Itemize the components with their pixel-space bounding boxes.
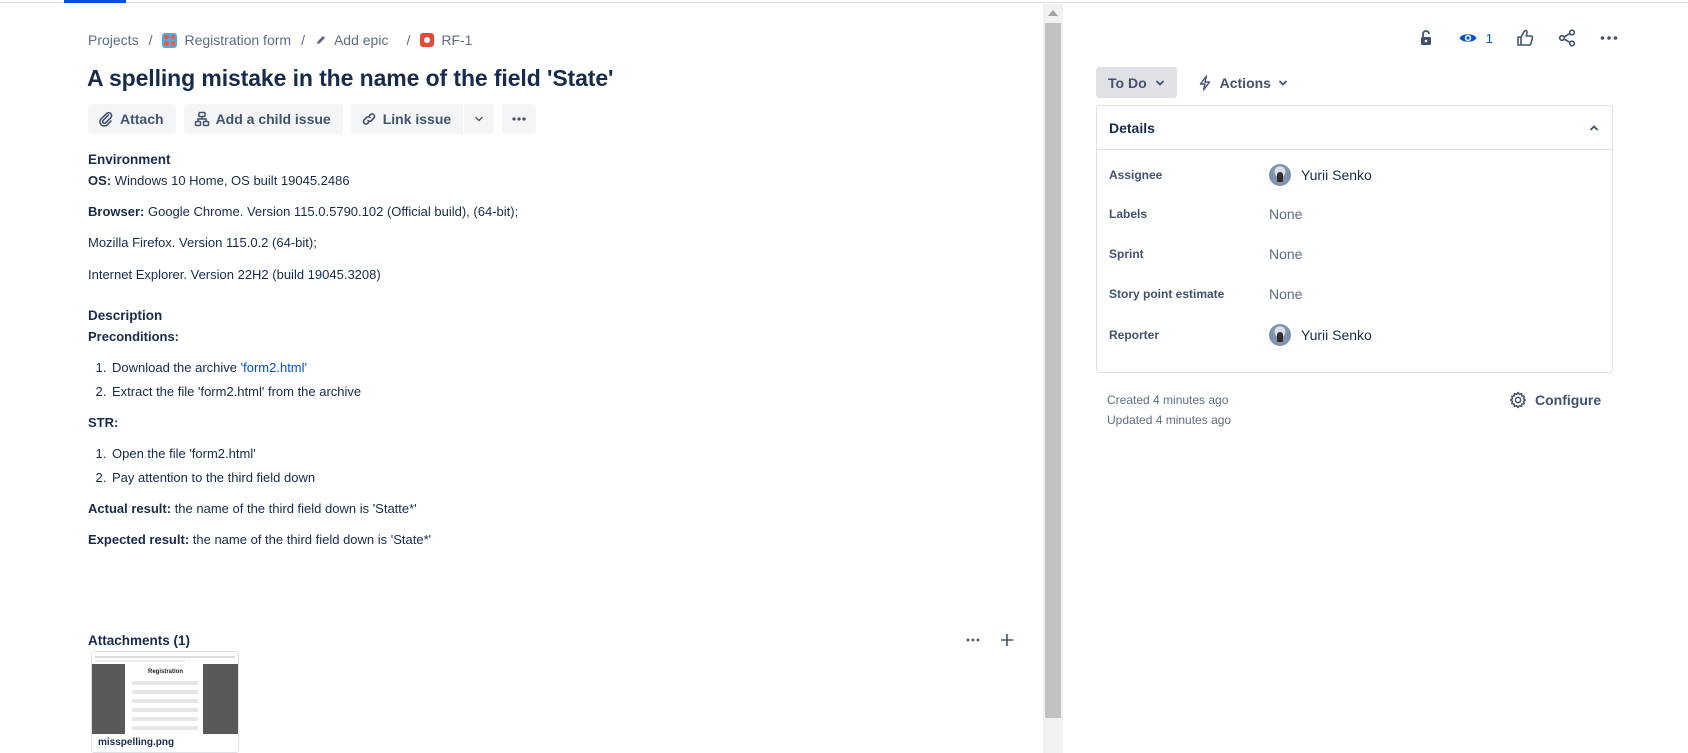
form-file-link[interactable]: 'form2.html' (241, 360, 307, 375)
field-labels[interactable]: Labels None (1109, 202, 1599, 226)
expected-result: Expected result: the name of the third f… (88, 532, 432, 547)
issue-main-panel: Projects / Registration form / Add epic … (0, 4, 1043, 753)
attach-button[interactable]: Attach (88, 104, 176, 134)
created-timestamp: Created 4 minutes ago (1107, 393, 1229, 407)
gear-icon (1509, 391, 1527, 409)
environment-os: OS: Windows 10 Home, OS built 19045.2486 (88, 173, 350, 188)
preconditions-label: Preconditions: (88, 329, 180, 344)
chevron-down-icon (475, 116, 483, 122)
list-item: Download the archive 'form2.html' (110, 360, 988, 375)
link-icon (362, 113, 375, 125)
issue-title[interactable]: A spelling mistake in the name of the fi… (87, 65, 614, 92)
issue-timestamps: Created 4 minutes ago Updated 4 minutes … (1107, 390, 1231, 430)
attachments-actions (966, 633, 1014, 647)
avatar (1269, 324, 1291, 346)
paperclip-icon (99, 111, 113, 127)
more-horizontal-icon[interactable] (966, 637, 980, 643)
breadcrumb-issue-key[interactable]: RF-1 (420, 32, 472, 48)
actual-result: Actual result: the name of the third fie… (88, 501, 417, 516)
watcher-count: 1 (1485, 30, 1493, 46)
attachment-preview: Registration (92, 652, 238, 734)
share-icon (1558, 29, 1576, 47)
environment-heading: Environment (88, 152, 171, 167)
chevron-down-icon (1279, 80, 1287, 86)
breadcrumb-separator: / (148, 32, 153, 48)
attachment-filename: misspelling.png (98, 737, 175, 748)
field-sprint[interactable]: Sprint None (1109, 242, 1599, 266)
details-panel: Details Assignee Yurii Senko Labels None… (1096, 105, 1613, 373)
actions-dropdown[interactable]: Actions (1197, 67, 1288, 98)
list-item: Extract the file 'form2.html' from the a… (110, 384, 988, 399)
status-row: To Do Actions (1096, 67, 1288, 98)
field-reporter[interactable]: Reporter Yurii Senko (1109, 323, 1599, 347)
like-button[interactable] (1515, 28, 1535, 48)
chevron-up-icon (1590, 124, 1598, 130)
issue-toolbar: Attach Add a child issue Link issue (88, 104, 537, 134)
breadcrumb: Projects / Registration form / Add epic … (88, 32, 472, 48)
more-options-button[interactable] (1599, 28, 1619, 48)
plus-icon[interactable] (1000, 633, 1014, 647)
eye-icon (1459, 34, 1477, 42)
more-actions-button[interactable] (502, 104, 537, 134)
attachment-thumbnail[interactable]: Registration misspelling.png (91, 651, 239, 753)
breadcrumb-separator: / (301, 32, 305, 48)
issue-body: Environment OS: Windows 10 Home, OS buil… (88, 152, 988, 547)
breadcrumb-add-epic[interactable]: Add epic (315, 32, 388, 48)
attachments-header: Attachments (1) (88, 630, 1014, 650)
bug-icon (420, 33, 435, 47)
attachments-heading: Attachments (1) (88, 632, 191, 648)
updated-timestamp: Updated 4 minutes ago (1107, 413, 1232, 427)
top-nav-strip (0, 0, 1688, 3)
more-horizontal-icon (512, 117, 526, 121)
active-nav-indicator (64, 0, 126, 3)
status-dropdown[interactable]: To Do (1096, 67, 1177, 98)
link-issue-split-button: Link issue (350, 104, 495, 134)
share-button[interactable] (1557, 28, 1577, 48)
link-issue-dropdown[interactable] (464, 104, 495, 134)
list-item: Open the file 'form2.html' (110, 446, 988, 461)
lock-button[interactable] (1416, 28, 1436, 48)
thumbs-up-icon (1517, 29, 1534, 46)
breadcrumb-projects[interactable]: Projects (88, 32, 139, 48)
field-story-points[interactable]: Story point estimate None (1109, 282, 1599, 306)
configure-button[interactable]: Configure (1509, 391, 1601, 409)
field-assignee[interactable]: Assignee Yurii Senko (1109, 163, 1599, 187)
add-child-issue-button[interactable]: Add a child issue (183, 104, 343, 134)
breadcrumb-project[interactable]: Registration form (162, 32, 291, 48)
details-header[interactable]: Details (1097, 106, 1612, 150)
more-horizontal-icon (1600, 36, 1618, 40)
breadcrumb-separator: / (406, 32, 411, 48)
avatar (1269, 164, 1291, 186)
link-issue-button[interactable]: Link issue (350, 104, 464, 134)
lightning-icon (1199, 74, 1210, 91)
pencil-icon (316, 36, 325, 44)
preconditions-list: Download the archive 'form2.html' Extrac… (110, 360, 988, 399)
str-list: Open the file 'form2.html' Pay attention… (110, 446, 988, 485)
child-issue-icon (194, 111, 209, 127)
project-icon (162, 32, 178, 48)
environment-ie: Internet Explorer. Version 22H2 (build 1… (88, 267, 381, 282)
environment-firefox: Mozilla Firefox. Version 115.0.2 (64-bit… (88, 235, 317, 250)
issue-side-panel: 1 To Do Actions Details Assignee Yurii S… (1063, 4, 1688, 753)
unlock-icon (1420, 30, 1431, 45)
thumbnail-title: Registration (148, 669, 184, 675)
str-label: STR: (88, 415, 119, 430)
list-item: Pay attention to the third field down (110, 470, 988, 485)
main-scrollbar[interactable] (1043, 4, 1063, 753)
watch-button[interactable]: 1 (1458, 28, 1493, 48)
scroll-thumb[interactable] (1045, 23, 1061, 718)
chevron-down-icon (1155, 80, 1164, 86)
issue-top-actions: 1 (1063, 28, 1619, 48)
environment-browser: Browser: Google Chrome. Version 115.0.57… (88, 204, 519, 219)
description-heading: Description (88, 308, 163, 323)
scroll-up-arrow[interactable] (1048, 10, 1058, 16)
